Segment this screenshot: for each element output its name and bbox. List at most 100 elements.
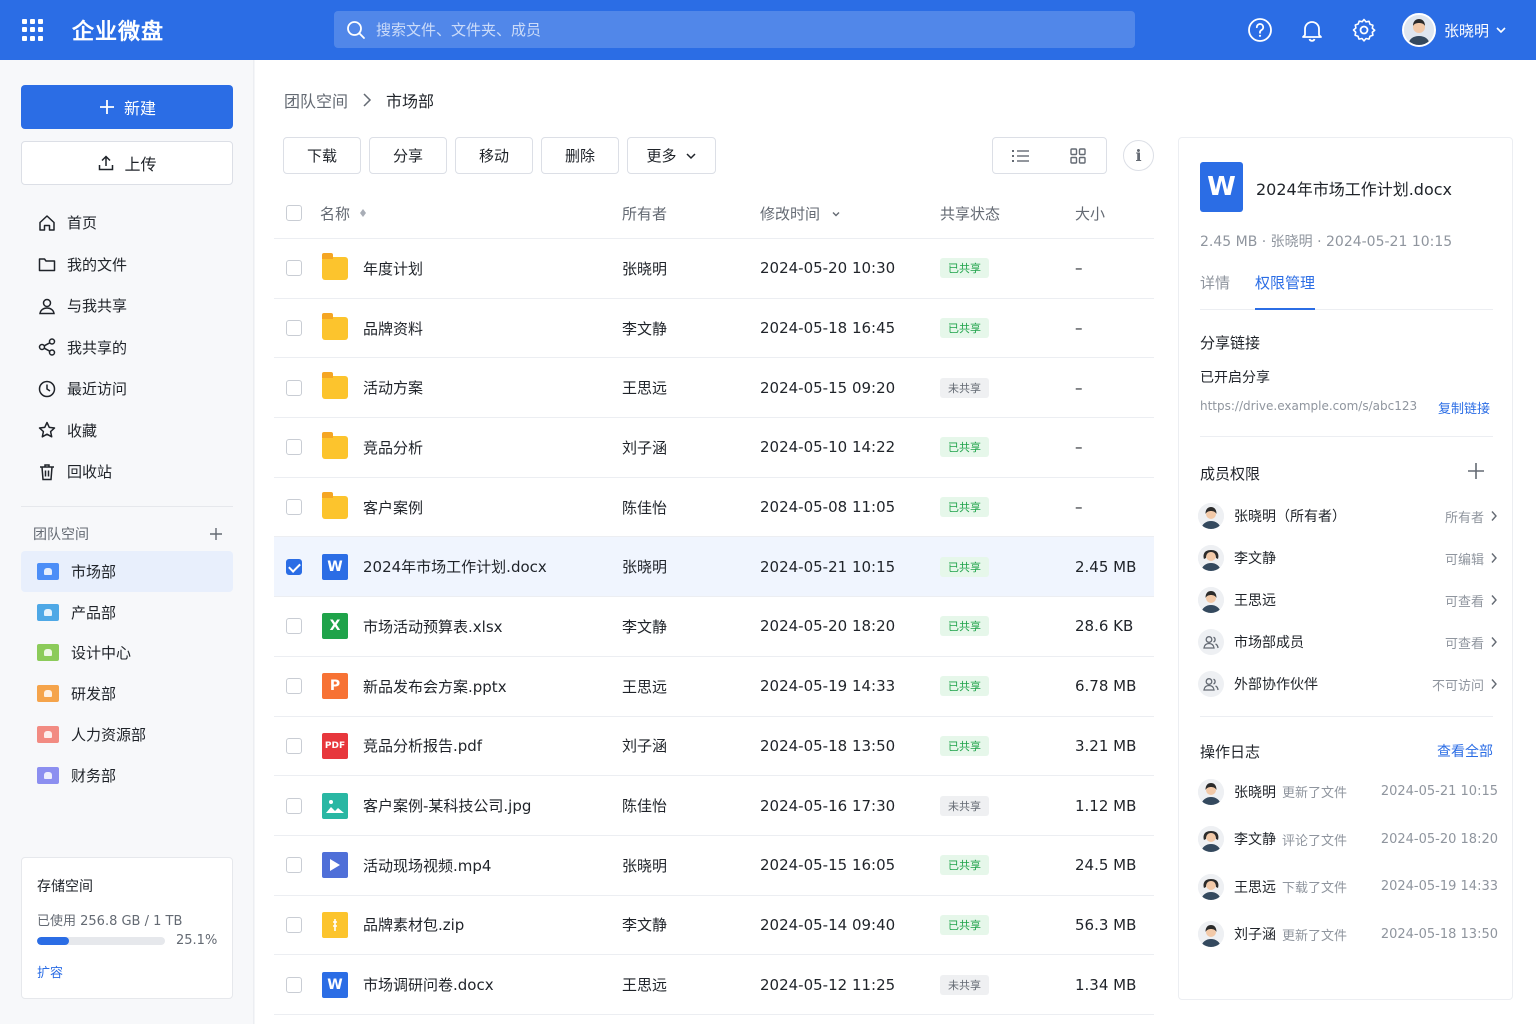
search-input[interactable] <box>376 20 1076 39</box>
table-row[interactable]: 品牌资料 李文静 2024-05-18 16:45 已共享 – <box>274 299 1154 359</box>
copy-link-button[interactable]: 复制链接 <box>1438 398 1490 417</box>
search-bar[interactable] <box>334 11 1135 48</box>
file-name[interactable]: 品牌资料 <box>363 318 423 339</box>
expand-storage-link[interactable]: 扩容 <box>37 962 63 981</box>
sidebar-item-1[interactable]: 我的文件 <box>21 244 233 286</box>
header-size[interactable]: 大小 <box>1075 203 1154 224</box>
gear-icon[interactable] <box>1351 17 1377 43</box>
file-owner: 刘子涵 <box>622 737 668 756</box>
file-name[interactable]: 竞品分析报告.pdf <box>363 735 482 756</box>
breadcrumb-parent[interactable]: 团队空间 <box>284 88 348 112</box>
help-icon[interactable] <box>1247 17 1273 43</box>
header-name-label: 名称 <box>320 204 351 223</box>
list-icon <box>1012 149 1030 162</box>
row-checkbox[interactable] <box>286 558 302 575</box>
member-row[interactable]: 外部协作伙伴 不可访问 <box>1198 663 1498 705</box>
share-status-badge: 已共享 <box>940 318 989 339</box>
row-checkbox[interactable] <box>286 797 302 814</box>
table-row[interactable]: 年度计划 张晓明 2024-05-20 10:30 已共享 – <box>274 239 1154 299</box>
table-row[interactable]: 竞品分析 刘子涵 2024-05-10 14:22 已共享 – <box>274 418 1154 478</box>
grid-view-button[interactable] <box>1050 138 1107 173</box>
app-grid-icon[interactable] <box>22 19 44 41</box>
file-name[interactable]: 客户案例-某科技公司.jpg <box>363 795 531 816</box>
row-checkbox[interactable] <box>286 499 302 516</box>
table-row[interactable]: P 新品发布会方案.pptx 王思远 2024-05-19 14:33 已共享 6.78 … <box>274 657 1154 717</box>
sidebar-item-3[interactable]: 我共享的 <box>21 327 233 369</box>
row-checkbox[interactable] <box>286 618 302 635</box>
row-checkbox[interactable] <box>286 678 302 695</box>
file-name[interactable]: 年度计划 <box>363 258 423 279</box>
row-checkbox[interactable] <box>286 260 302 277</box>
team-item-3[interactable]: 研发部 <box>21 673 233 714</box>
member-role[interactable]: 不可访问 <box>1432 675 1484 694</box>
member-role[interactable]: 所有者 <box>1445 507 1484 526</box>
sidebar-item-5[interactable]: 收藏 <box>21 410 233 452</box>
team-item-0[interactable]: 市场部 <box>21 551 233 592</box>
info-icon[interactable]: i <box>1123 140 1154 171</box>
row-checkbox[interactable] <box>286 916 302 933</box>
table-row[interactable]: 品牌素材包.zip 李文静 2024-05-14 09:40 已共享 56.3 MB <box>274 896 1154 956</box>
file-size: 3.21 MB <box>1075 736 1137 755</box>
member-role[interactable]: 可查看 <box>1445 633 1484 652</box>
file-size: – <box>1075 438 1083 457</box>
header-owner[interactable]: 所有者 <box>622 203 760 224</box>
tab-details[interactable]: 详情 <box>1200 272 1230 310</box>
member-role[interactable]: 可编辑 <box>1445 549 1484 568</box>
table-row[interactable]: PDF 竞品分析报告.pdf 刘子涵 2024-05-18 13:50 已共享 3.21 … <box>274 717 1154 777</box>
row-checkbox[interactable] <box>286 320 302 337</box>
member-row[interactable]: 市场部成员 可查看 <box>1198 621 1498 663</box>
row-checkbox[interactable] <box>286 737 302 754</box>
tab-permissions[interactable]: 权限管理 <box>1255 272 1316 310</box>
list-view-button[interactable] <box>993 138 1050 173</box>
share-button[interactable]: 分享 <box>369 137 447 174</box>
table-row[interactable]: W 2024年市场工作计划.docx 张晓明 2024-05-21 10:15 已共享 2… <box>274 537 1154 598</box>
team-item-4[interactable]: 人力资源部 <box>21 714 233 755</box>
bell-icon[interactable] <box>1299 17 1325 43</box>
header-share-status[interactable]: 共享状态 <box>940 203 1075 224</box>
header-name[interactable]: 名称 <box>320 203 622 224</box>
delete-button[interactable]: 删除 <box>541 137 619 174</box>
download-button[interactable]: 下载 <box>283 137 361 174</box>
team-item-1[interactable]: 产品部 <box>21 592 233 633</box>
file-name[interactable]: 品牌素材包.zip <box>363 914 464 935</box>
new-button[interactable]: 新建 <box>21 85 233 129</box>
file-owner: 张晓明 <box>622 558 668 577</box>
move-button[interactable]: 移动 <box>455 137 533 174</box>
file-name[interactable]: 客户案例 <box>363 497 423 518</box>
table-row[interactable]: 活动现场视频.mp4 张晓明 2024-05-15 16:05 已共享 24.5 MB <box>274 836 1154 896</box>
sidebar-item-6[interactable]: 回收站 <box>21 451 233 493</box>
file-name[interactable]: 2024年市场工作计划.docx <box>363 556 547 577</box>
more-button[interactable]: 更多 <box>627 137 716 174</box>
member-row[interactable]: 李文静 可编辑 <box>1198 537 1498 579</box>
add-team-icon[interactable] <box>209 527 223 541</box>
user-menu[interactable]: 张晓明 <box>1402 13 1507 47</box>
table-row[interactable]: 客户案例 陈佳怡 2024-05-08 11:05 已共享 – <box>274 478 1154 538</box>
file-name[interactable]: 市场调研问卷.docx <box>363 974 494 995</box>
view-all-link[interactable]: 查看全部 <box>1437 741 1493 761</box>
member-role[interactable]: 可查看 <box>1445 591 1484 610</box>
table-row[interactable]: 客户案例-某科技公司.jpg 陈佳怡 2024-05-16 17:30 未共享 1.12… <box>274 776 1154 836</box>
team-item-5[interactable]: 财务部 <box>21 755 233 796</box>
sidebar-item-2[interactable]: 与我共享 <box>21 285 233 327</box>
sidebar-item-0[interactable]: 首页 <box>21 202 233 244</box>
upload-button[interactable]: 上传 <box>21 141 233 185</box>
member-row[interactable]: 张晓明（所有者） 所有者 <box>1198 495 1498 537</box>
file-name[interactable]: 竞品分析 <box>363 437 423 458</box>
sidebar-item-4[interactable]: 最近访问 <box>21 368 233 410</box>
table-row[interactable]: 活动方案 王思远 2024-05-15 09:20 未共享 – <box>274 358 1154 419</box>
row-checkbox[interactable] <box>286 976 302 993</box>
file-name[interactable]: 市场活动预算表.xlsx <box>363 616 503 637</box>
team-item-2[interactable]: 设计中心 <box>21 633 233 674</box>
file-name[interactable]: 活动方案 <box>363 377 423 398</box>
row-checkbox[interactable] <box>286 439 302 456</box>
row-checkbox[interactable] <box>286 857 302 874</box>
table-row[interactable]: W 市场调研问卷.docx 王思远 2024-05-12 11:25 未共享 1.34 M… <box>274 955 1154 1015</box>
add-member-icon[interactable] <box>1467 460 1485 484</box>
row-checkbox[interactable] <box>286 379 302 396</box>
header-modified[interactable]: 修改时间 <box>760 203 940 224</box>
table-row[interactable]: X 市场活动预算表.xlsx 李文静 2024-05-20 18:20 已共享 28.6 … <box>274 597 1154 657</box>
select-all-checkbox[interactable] <box>286 205 302 221</box>
file-name[interactable]: 新品发布会方案.pptx <box>363 676 507 697</box>
file-name[interactable]: 活动现场视频.mp4 <box>363 855 491 876</box>
member-row[interactable]: 王思远 可查看 <box>1198 579 1498 621</box>
